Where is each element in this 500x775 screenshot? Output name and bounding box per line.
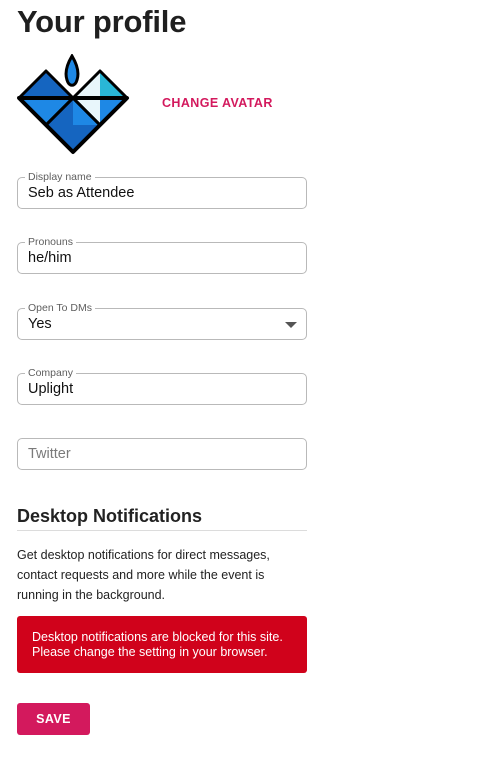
display-name-value: Seb as Attendee <box>28 185 135 201</box>
notifications-description: Get desktop notifications for direct mes… <box>17 548 270 602</box>
pronouns-value: he/him <box>28 250 72 266</box>
section-divider <box>17 530 307 531</box>
alert-line-1: Desktop notifications are blocked for th… <box>32 630 283 644</box>
display-name-field[interactable]: Display name Seb as Attendee <box>17 171 307 209</box>
pronouns-label: Pronouns <box>25 236 76 248</box>
company-field[interactable]: Company Uplight <box>17 367 307 405</box>
open-to-dms-select[interactable]: Open To DMs Yes <box>17 302 307 340</box>
twitter-field <box>17 438 307 470</box>
twitter-input[interactable] <box>18 439 306 469</box>
pronouns-field[interactable]: Pronouns he/him <box>17 236 307 274</box>
notifications-blocked-alert: Desktop notifications are blocked for th… <box>17 616 307 673</box>
avatar-image <box>17 54 129 154</box>
open-to-dms-value: Yes <box>28 316 52 332</box>
display-name-label: Display name <box>25 171 95 183</box>
change-avatar-button[interactable]: CHANGE AVATAR <box>162 96 273 110</box>
alert-line-2: Please change the setting in your browse… <box>32 645 268 659</box>
company-value: Uplight <box>28 381 74 397</box>
page-title: Your profile <box>17 4 187 39</box>
open-to-dms-label: Open To DMs <box>25 302 95 314</box>
company-label: Company <box>25 367 76 379</box>
save-button[interactable]: SAVE <box>17 703 90 735</box>
desktop-notifications-heading: Desktop Notifications <box>17 506 203 526</box>
chevron-down-icon[interactable] <box>285 322 297 328</box>
